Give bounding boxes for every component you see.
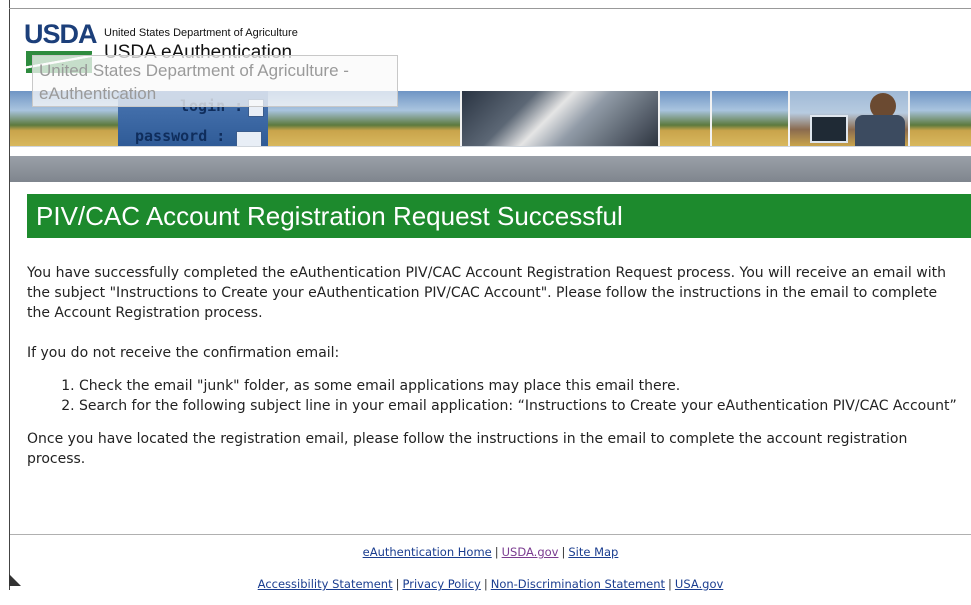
no-email-intro: If you do not receive the confirmation e…	[27, 345, 340, 361]
list-item: Search for the following subject line in…	[79, 396, 962, 416]
list-item: Check the email "junk" folder, as some e…	[79, 376, 962, 396]
banner-divider	[710, 91, 712, 146]
footer-link-usa-gov[interactable]: USA.gov	[675, 577, 723, 591]
usda-logo-text: USDA	[24, 19, 98, 49]
logo-tooltip: United States Department of Agriculture …	[32, 55, 398, 107]
site-footer: eAuthentication Home | USDA.gov | Site Map A…	[10, 541, 971, 605]
banner-password-text: password :	[135, 127, 226, 145]
success-message: You have successfully completed the eAut…	[27, 265, 946, 321]
page-title-bar: PIV/CAC Account Registration Request Suc…	[27, 194, 971, 238]
footer-link-eauth-home[interactable]: eAuthentication Home	[363, 545, 492, 559]
banner-divider	[908, 91, 910, 146]
page-title: PIV/CAC Account Registration Request Suc…	[36, 201, 623, 231]
footer-link-site-map[interactable]: Site Map	[568, 545, 618, 559]
footer-link-privacy[interactable]: Privacy Policy	[402, 577, 480, 591]
department-name: United States Department of Agriculture	[104, 27, 298, 39]
closing-instructions: Once you have located the registration e…	[27, 431, 908, 467]
footer-separator: |	[395, 577, 400, 591]
footer-divider	[10, 534, 971, 535]
footer-link-usda-gov[interactable]: USDA.gov	[502, 545, 559, 559]
footer-link-non-discrimination[interactable]: Non-Discrimination Statement	[491, 577, 665, 591]
footer-separator: |	[483, 577, 488, 591]
navigation-bar	[10, 156, 971, 182]
laptop-icon	[810, 115, 848, 143]
banner-password-field-graphic	[236, 131, 262, 146]
troubleshooting-steps: Check the email "junk" folder, as some e…	[27, 376, 962, 416]
footer-separator: |	[561, 545, 566, 559]
footer-separator: |	[494, 545, 499, 559]
footer-links-primary: eAuthentication Home | USDA.gov | Site Map	[10, 541, 971, 573]
footer-link-accessibility[interactable]: Accessibility Statement	[258, 577, 393, 591]
banner-divider	[658, 91, 660, 146]
footer-links-secondary: Accessibility Statement | Privacy Policy | N…	[10, 573, 971, 605]
banner-typing-hands-photo	[462, 91, 658, 146]
main-content: You have successfully completed the eAut…	[27, 263, 962, 489]
person-body-graphic	[855, 115, 905, 146]
footer-separator: |	[668, 577, 672, 591]
resize-corner-icon	[9, 574, 21, 586]
